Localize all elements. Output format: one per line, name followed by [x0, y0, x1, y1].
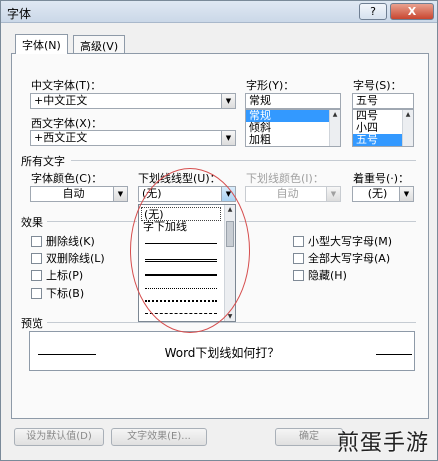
scroll-thumb[interactable]: [226, 221, 234, 247]
preview-section-label: 预览: [21, 317, 43, 330]
checkbox-box[interactable]: [31, 288, 42, 299]
font-style-value: 常规: [249, 94, 271, 107]
strikethrough-checkbox[interactable]: 删除线(K): [31, 233, 95, 248]
double-strikethrough-checkbox[interactable]: 双删除线(L): [31, 250, 105, 265]
superscript-checkbox[interactable]: 上标(P): [31, 267, 84, 282]
underline-option-none[interactable]: (无): [141, 207, 221, 221]
dropdown-scrollbar[interactable]: ▲ ▼: [224, 205, 235, 321]
underline-option-double[interactable]: [145, 259, 217, 262]
font-style-label: 字形(Y)：: [246, 79, 295, 92]
underline-option-thick[interactable]: [145, 274, 217, 276]
checkbox-label: 上标(P): [46, 269, 84, 282]
font-size-label: 字号(S)：: [353, 79, 402, 92]
font-dialog: 字体 ? X 字体(N) 高级(V) 中文字体(T)： +中文正文 ▼ 西文字体…: [0, 0, 438, 461]
font-style-input[interactable]: 常规: [245, 93, 341, 109]
tab-font[interactable]: 字体(N): [15, 34, 68, 54]
western-font-value: +西文正文: [34, 131, 88, 144]
chevron-down-icon[interactable]: ▼: [326, 187, 340, 201]
watermark-logo: 煎蛋手游: [337, 431, 430, 456]
chevron-down-icon[interactable]: ▼: [399, 187, 413, 201]
preview-rule-right: [376, 354, 412, 355]
underline-color-value: 自动: [276, 187, 299, 200]
font-style-list[interactable]: 常规 倾斜 加粗 ▲: [245, 109, 341, 147]
text-effects-button[interactable]: 文字效果(E)...: [111, 428, 207, 446]
emphasis-mark-select[interactable]: (无) ▼: [352, 186, 414, 202]
chevron-down-icon[interactable]: ▼: [221, 187, 235, 201]
underline-option-heavy-dotted[interactable]: [145, 300, 217, 302]
western-font-label: 西文字体(X)：: [31, 117, 103, 130]
preview-text: Word下划线如何打？: [164, 346, 280, 360]
divider: [47, 221, 137, 222]
font-style-scrollbar[interactable]: ▲: [329, 110, 340, 146]
small-caps-checkbox[interactable]: 小型大写字母(M): [293, 233, 393, 248]
checkbox-box[interactable]: [293, 270, 304, 281]
chevron-down-icon[interactable]: ▼: [221, 94, 235, 108]
underline-option-dotted[interactable]: [145, 288, 217, 289]
checkbox-label: 下标(B): [46, 287, 85, 300]
chevron-down-icon[interactable]: ▼: [113, 187, 127, 201]
font-color-value: 自动: [62, 187, 85, 200]
emphasis-mark-value: (无): [367, 187, 388, 200]
underline-option-dashed[interactable]: [145, 313, 217, 314]
scroll-up-icon[interactable]: ▲: [225, 205, 235, 214]
underline-style-value: (无): [142, 187, 162, 200]
all-caps-checkbox[interactable]: 全部大写字母(A): [293, 250, 391, 265]
font-size-scrollbar[interactable]: ▲: [402, 110, 413, 146]
underline-color-select[interactable]: 自动 ▼: [245, 186, 341, 202]
divider: [239, 221, 416, 222]
checkbox-box[interactable]: [293, 236, 304, 247]
font-size-value: 五号: [356, 94, 378, 107]
dialog-title: 字体: [7, 7, 32, 21]
emphasis-mark-label: 着重号(·)：: [353, 172, 410, 185]
font-size-list[interactable]: 四号 小四 五号 ▲: [352, 109, 414, 147]
scroll-up-icon[interactable]: ▲: [403, 110, 413, 119]
effects-section-label: 效果: [21, 216, 43, 229]
western-font-select[interactable]: +西文正文 ▼: [30, 130, 236, 146]
chinese-font-select[interactable]: +中文正文 ▼: [30, 93, 236, 109]
chinese-font-value: +中文正文: [34, 94, 88, 107]
tab-advanced[interactable]: 高级(V): [73, 35, 126, 54]
hidden-checkbox[interactable]: 隐藏(H): [293, 267, 347, 282]
checkbox-label: 全部大写字母(A): [308, 252, 391, 265]
underline-color-label: 下划线颜色(I)：: [246, 172, 324, 185]
preview-box: Word下划线如何打？: [29, 331, 415, 371]
font-color-select[interactable]: 自动 ▼: [30, 186, 128, 202]
underline-option-words-only[interactable]: 字下加线: [141, 220, 221, 234]
list-item[interactable]: 加粗: [246, 134, 340, 146]
set-default-button[interactable]: 设为默认值(D): [14, 428, 104, 446]
scroll-up-icon[interactable]: ▲: [330, 110, 340, 119]
subscript-checkbox[interactable]: 下标(B): [31, 285, 85, 300]
divider: [71, 160, 416, 161]
underline-style-dropdown[interactable]: (无) 字下加线 ▲ ▼: [138, 204, 236, 322]
checkbox-box[interactable]: [31, 253, 42, 264]
help-button[interactable]: ?: [359, 3, 387, 20]
underline-style-select[interactable]: (无) ▼: [138, 186, 236, 202]
checkbox-label: 小型大写字母(M): [308, 235, 393, 248]
ok-button[interactable]: 确定: [275, 428, 343, 446]
chevron-down-icon[interactable]: ▼: [221, 131, 235, 145]
checkbox-box[interactable]: [31, 236, 42, 247]
scroll-down-icon[interactable]: ▼: [225, 312, 235, 321]
underline-style-label: 下划线线型(U)：: [138, 172, 221, 185]
chinese-font-label: 中文字体(T)：: [31, 79, 102, 92]
checkbox-label: 双删除线(L): [46, 252, 105, 265]
checkbox-box[interactable]: [293, 253, 304, 264]
all-text-section-label: 所有文字: [21, 155, 65, 168]
underline-option-single[interactable]: [145, 243, 217, 244]
checkbox-label: 删除线(K): [46, 235, 95, 248]
font-color-label: 字体颜色(C)：: [31, 172, 103, 185]
divider: [47, 322, 416, 323]
checkbox-label: 隐藏(H): [308, 269, 347, 282]
title-bar: 字体 ? X: [1, 1, 437, 23]
checkbox-box[interactable]: [31, 270, 42, 281]
close-button[interactable]: X: [390, 3, 434, 20]
font-size-input[interactable]: 五号: [352, 93, 414, 109]
